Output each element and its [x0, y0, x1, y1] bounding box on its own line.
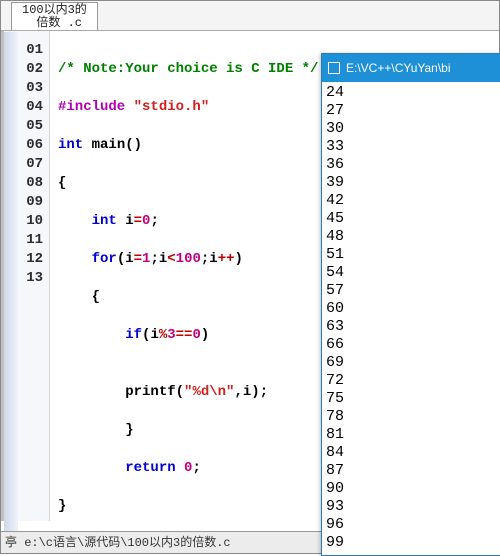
code-preproc: #include — [58, 99, 134, 115]
code-ident: i — [125, 251, 133, 267]
code-semi: ; — [260, 384, 268, 400]
code-space — [117, 213, 125, 229]
code-kw: if — [125, 327, 142, 343]
code-paren: ( — [176, 384, 184, 400]
console-line: 60 — [326, 300, 496, 318]
code-space — [176, 460, 184, 476]
console-line: 36 — [326, 156, 496, 174]
code-ident: i — [209, 251, 217, 267]
console-line: 27 — [326, 102, 496, 120]
code-num: 100 — [176, 251, 201, 267]
code-space — [83, 137, 91, 153]
console-line: 39 — [326, 174, 496, 192]
code-string: "stdio.h" — [134, 99, 210, 115]
console-line: 24 — [326, 84, 496, 102]
console-line: 93 — [326, 498, 496, 516]
code-comma: , — [234, 384, 242, 400]
code-string: "%d\n" — [184, 384, 234, 400]
code-op: < — [167, 251, 175, 267]
code-indent — [58, 289, 92, 305]
code-op: ++ — [218, 251, 235, 267]
console-line: 96 — [326, 516, 496, 534]
code-ident: i — [159, 251, 167, 267]
console-line: 84 — [326, 444, 496, 462]
code-semi: ; — [150, 251, 158, 267]
app-icon — [328, 62, 340, 74]
code-brace: { — [58, 175, 66, 191]
console-window[interactable]: E:\VC++\CYuYan\bi 2427303336394245485154… — [321, 53, 500, 556]
code-paren: () — [125, 137, 142, 153]
code-num: 0 — [192, 327, 200, 343]
console-titlebar[interactable]: E:\VC++\CYuYan\bi — [322, 54, 500, 82]
console-line: 66 — [326, 336, 496, 354]
code-num: 3 — [167, 327, 175, 343]
console-line: 69 — [326, 354, 496, 372]
console-line: 33 — [326, 138, 496, 156]
tab-bar: 100以内3的 倍数 .c — [1, 1, 499, 31]
console-line: 54 — [326, 264, 496, 282]
code-op: == — [176, 327, 193, 343]
code-kw: int — [58, 137, 83, 153]
console-line: 78 — [326, 408, 496, 426]
console-line: 48 — [326, 228, 496, 246]
code-paren: ) — [251, 384, 259, 400]
code-paren: ) — [201, 327, 209, 343]
status-bar: 亭 e:\c语言\源代码\100以内3的倍数.c — [1, 531, 339, 553]
console-line: 72 — [326, 372, 496, 390]
code-indent — [58, 251, 92, 267]
console-line: 75 — [326, 390, 496, 408]
code-semi: ; — [192, 460, 200, 476]
console-line: 30 — [326, 120, 496, 138]
console-line: 57 — [326, 282, 496, 300]
code-paren: ( — [117, 251, 125, 267]
code-ident: i — [125, 213, 133, 229]
console-title-text: E:\VC++\CYuYan\bi — [346, 61, 451, 75]
code-indent — [58, 213, 92, 229]
code-op: = — [134, 251, 142, 267]
code-indent — [58, 327, 125, 343]
code-brace: { — [92, 289, 100, 305]
code-brace: } — [58, 498, 66, 514]
console-line: 45 — [326, 210, 496, 228]
code-indent — [58, 460, 125, 476]
console-line: 87 — [326, 462, 496, 480]
code-semi: ; — [150, 213, 158, 229]
code-op: % — [159, 327, 167, 343]
code-comment: /* Note:Your choice is C IDE */ — [58, 61, 318, 77]
console-line: 99 — [326, 534, 496, 552]
code-indent — [58, 422, 125, 438]
code-brace: } — [125, 422, 133, 438]
console-output[interactable]: 2427303336394245485154576063666972757881… — [322, 82, 500, 554]
console-line: 90 — [326, 480, 496, 498]
code-ident: printf — [125, 384, 175, 400]
editor-margin — [4, 32, 18, 531]
code-kw: int — [92, 213, 117, 229]
code-ident: i — [150, 327, 158, 343]
console-line: 63 — [326, 318, 496, 336]
console-line: 42 — [326, 192, 496, 210]
code-op: = — [134, 213, 142, 229]
code-kw: for — [92, 251, 117, 267]
code-indent — [58, 384, 125, 400]
console-line: 81 — [326, 426, 496, 444]
code-ident: main — [92, 137, 126, 153]
console-line: 51 — [326, 246, 496, 264]
code-kw: return — [125, 460, 175, 476]
file-tab[interactable]: 100以内3的 倍数 .c — [11, 2, 98, 30]
code-paren: ) — [235, 251, 243, 267]
